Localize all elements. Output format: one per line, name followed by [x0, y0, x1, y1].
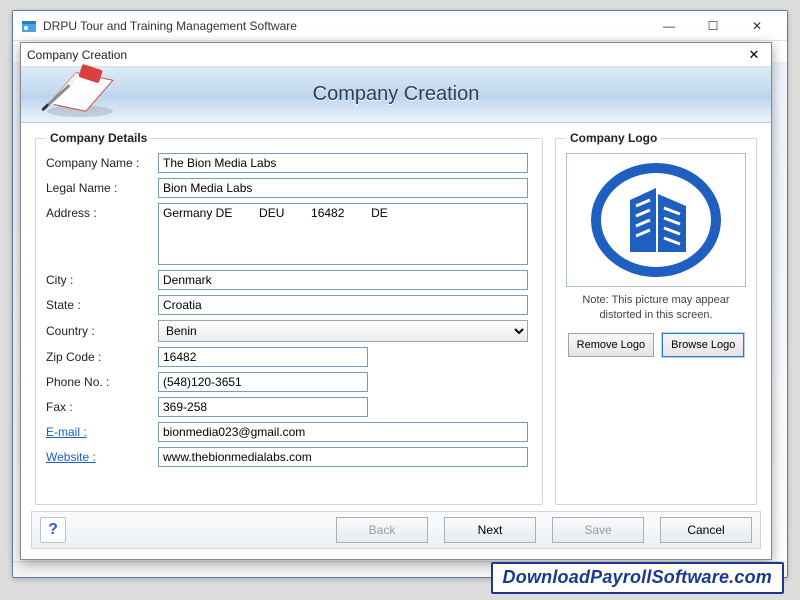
maximize-button[interactable]: ☐ [691, 12, 735, 40]
dialog-footer: ? Back Next Save Cancel [31, 511, 761, 549]
country-select[interactable]: Benin [158, 320, 528, 342]
main-title: DRPU Tour and Training Management Softwa… [43, 19, 647, 33]
fax-label: Fax : [46, 400, 158, 414]
zip-input[interactable] [158, 347, 368, 367]
cancel-button[interactable]: Cancel [660, 517, 752, 543]
logo-note: Note: This picture may appear distorted … [566, 293, 746, 323]
company-logo-preview [566, 153, 746, 287]
dialog-close-button[interactable]: ✕ [743, 45, 765, 65]
company-name-input[interactable] [158, 153, 528, 173]
phone-label: Phone No. : [46, 375, 158, 389]
fax-input[interactable] [158, 397, 368, 417]
address-input[interactable]: Germany DE DEU 16482 DE [158, 203, 528, 265]
dialog-title: Company Creation [27, 48, 743, 62]
building-logo-icon [586, 160, 726, 280]
legal-name-label: Legal Name : [46, 181, 158, 195]
website-label[interactable]: Website : [46, 450, 158, 464]
notebook-icon [41, 61, 119, 119]
email-input[interactable] [158, 422, 528, 442]
phone-input[interactable] [158, 372, 368, 392]
close-button[interactable]: ✕ [735, 12, 779, 40]
company-details-fieldset: Company Details Company Name : Legal Nam… [35, 131, 543, 505]
minimize-button[interactable]: — [647, 12, 691, 40]
browse-logo-button[interactable]: Browse Logo [662, 333, 744, 357]
company-details-legend: Company Details [46, 131, 151, 145]
remove-logo-button[interactable]: Remove Logo [568, 333, 655, 357]
dialog-header: Company Creation [21, 67, 771, 123]
back-button[interactable]: Back [336, 517, 428, 543]
state-input[interactable] [158, 295, 528, 315]
help-button[interactable]: ? [40, 517, 66, 543]
email-label[interactable]: E-mail : [46, 425, 158, 439]
app-icon [21, 18, 37, 34]
country-label: Country : [46, 324, 158, 338]
watermark: DownloadPayrollSoftware.com [491, 562, 784, 594]
company-logo-fieldset: Company Logo Note: This pictu [555, 131, 757, 505]
city-label: City : [46, 273, 158, 287]
website-input[interactable] [158, 447, 528, 467]
state-label: State : [46, 298, 158, 312]
save-button[interactable]: Save [552, 517, 644, 543]
next-button[interactable]: Next [444, 517, 536, 543]
company-creation-dialog: Company Creation ✕ Company Creation Comp… [20, 42, 772, 560]
city-input[interactable] [158, 270, 528, 290]
dialog-titlebar: Company Creation ✕ [21, 43, 771, 67]
main-titlebar: DRPU Tour and Training Management Softwa… [13, 11, 787, 41]
dialog-heading: Company Creation [313, 83, 480, 106]
company-logo-legend: Company Logo [566, 131, 661, 145]
company-name-label: Company Name : [46, 156, 158, 170]
zip-label: Zip Code : [46, 350, 158, 364]
legal-name-input[interactable] [158, 178, 528, 198]
address-label: Address : [46, 203, 158, 220]
